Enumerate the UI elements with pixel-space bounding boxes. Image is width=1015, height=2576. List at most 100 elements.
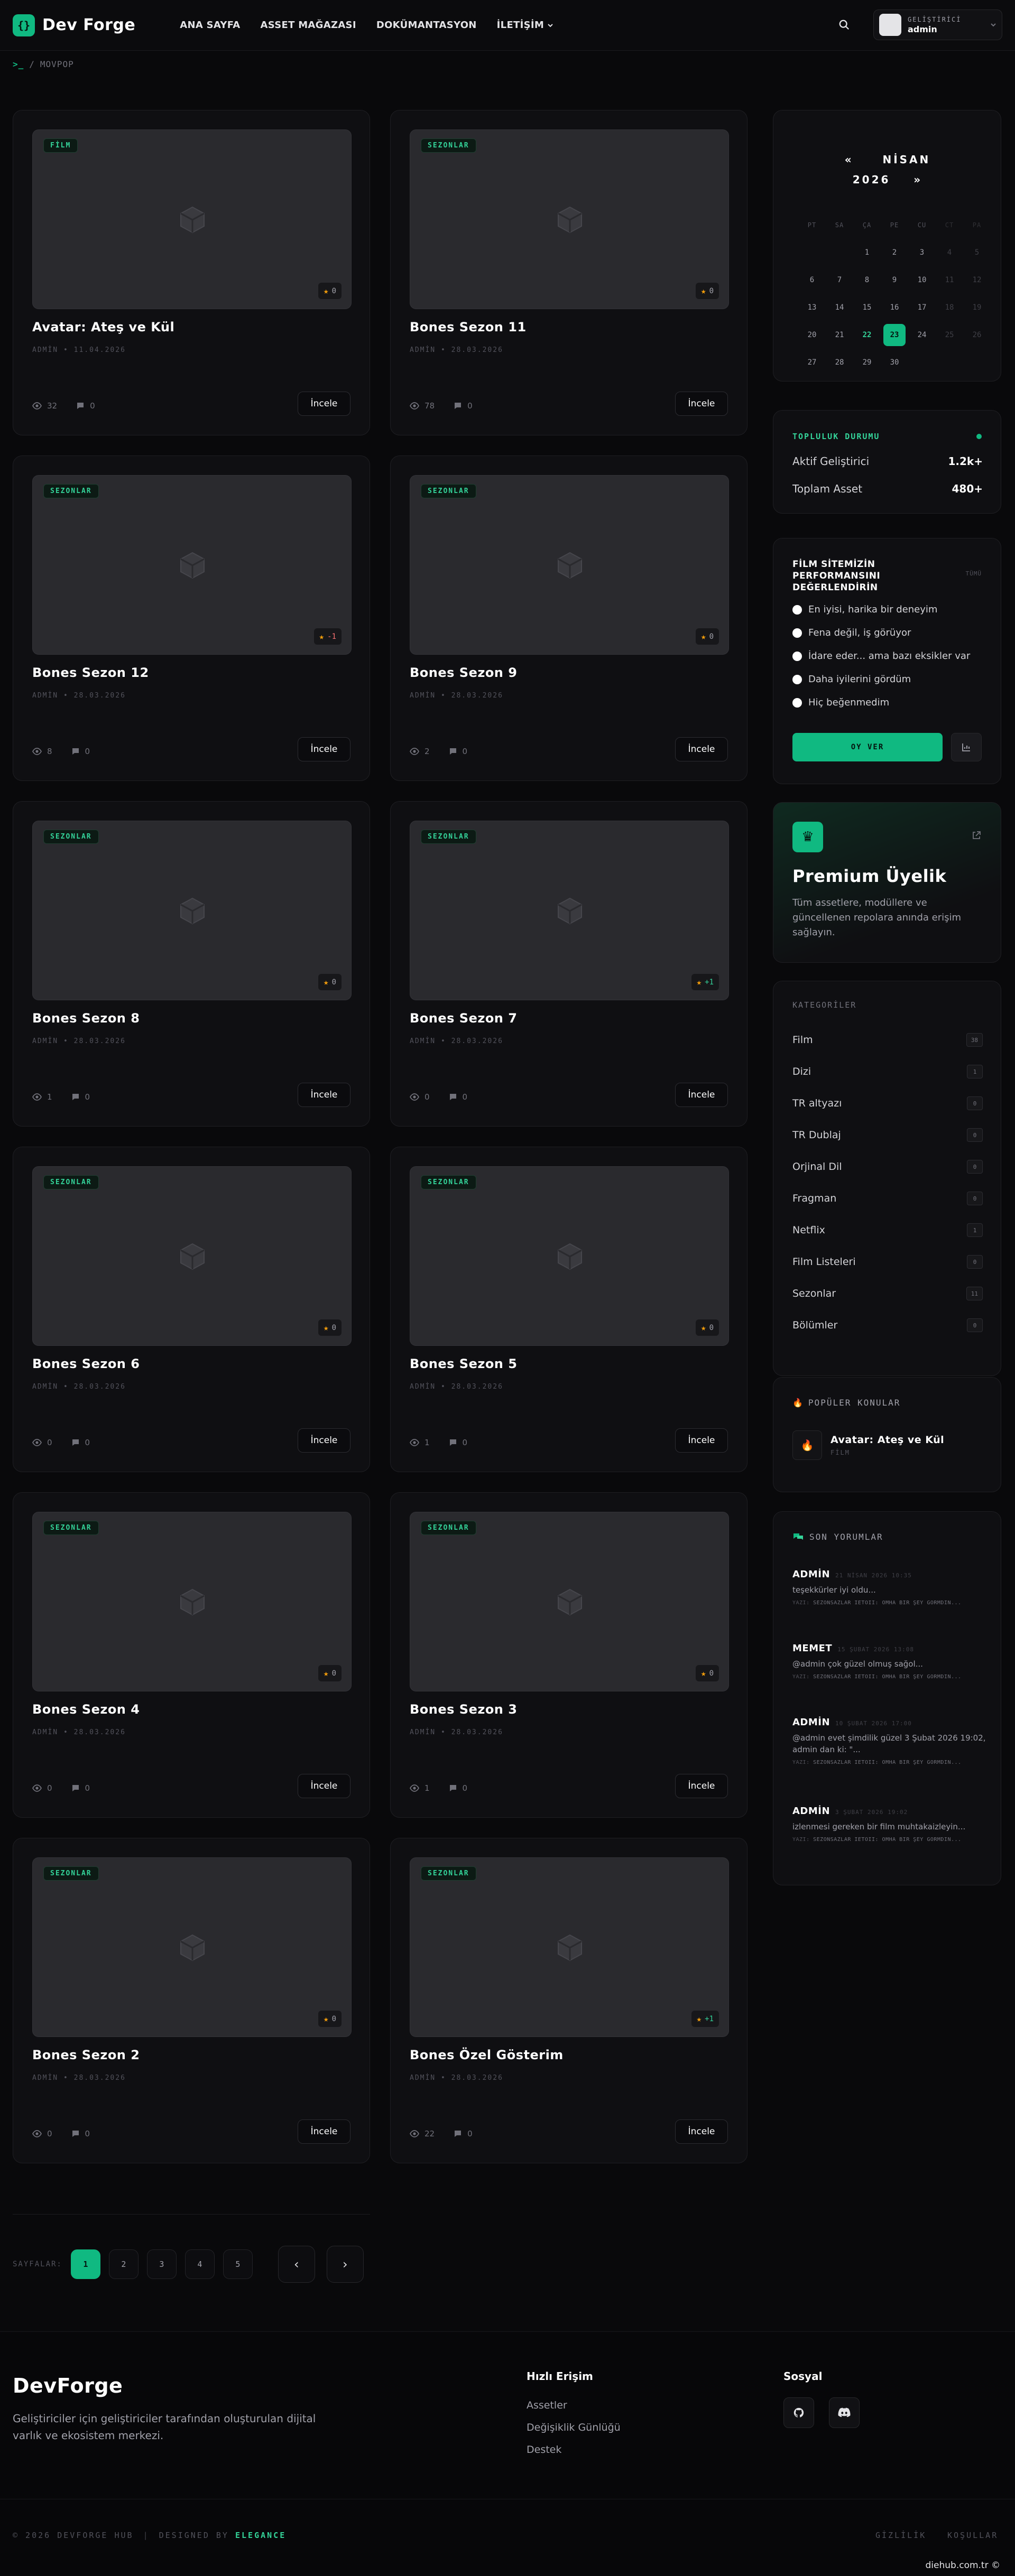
post-card[interactable]: FİLM ★ 0 Avatar: Ateş ve Kül ADMİN • 11.… <box>13 110 370 435</box>
calendar-day[interactable]: 1 <box>856 241 878 264</box>
comment-author[interactable]: MEMET <box>792 1643 832 1654</box>
radio-button[interactable] <box>792 651 802 661</box>
comment-item[interactable]: MEMET 15 ŞUBAT 2026 13:08 @admin çok güzel… <box>792 1643 988 1680</box>
breadcrumb-current[interactable]: MOVPOP <box>40 59 74 69</box>
external-link-icon[interactable] <box>971 830 982 841</box>
radio-button[interactable] <box>792 628 802 638</box>
post-thumbnail[interactable]: SEZONLAR ★ 0 <box>32 821 352 1000</box>
category-item[interactable]: Netflix 1 <box>792 1223 983 1237</box>
page-5-button[interactable]: 5 <box>223 2249 253 2279</box>
page-2-button[interactable]: 2 <box>108 2249 139 2279</box>
post-card[interactable]: SEZONLAR ★ 0 Bones Sezon 3 ADMİN • 28.03… <box>390 1492 748 1818</box>
privacy-link[interactable]: GİZLİLİK <box>875 2531 926 2540</box>
poll-option[interactable]: Hiç beğenmedim <box>792 697 889 708</box>
radio-button[interactable] <box>792 605 802 615</box>
post-card[interactable]: SEZONLAR ★ 0 Bones Sezon 5 ADMİN • 28.03… <box>390 1147 748 1472</box>
post-title[interactable]: Bones Sezon 9 <box>410 665 517 680</box>
comment-author[interactable]: ADMİN <box>792 1717 830 1728</box>
page-1-button[interactable]: 1 <box>70 2249 100 2279</box>
category-item[interactable]: Fragman 0 <box>792 1192 983 1205</box>
post-category-badge[interactable]: SEZONLAR <box>43 1175 99 1189</box>
calendar-day[interactable]: 22 <box>856 324 878 346</box>
nav-asset-store[interactable]: ASSET MAĞAZASI <box>261 20 356 31</box>
post-card[interactable]: SEZONLAR ★ +1 Bones Sezon 7 ADMİN • 28.0… <box>390 801 748 1127</box>
calendar-next-button[interactable]: » <box>914 173 922 186</box>
comment-author[interactable]: ADMİN <box>792 1806 830 1817</box>
inspect-button[interactable]: İncele <box>675 1083 728 1107</box>
terms-link[interactable]: KOŞULLAR <box>947 2531 998 2540</box>
post-title[interactable]: Bones Sezon 7 <box>410 1011 517 1026</box>
post-card[interactable]: SEZONLAR ★ 0 Bones Sezon 11 ADMİN • 28.0… <box>390 110 748 435</box>
inspect-button[interactable]: İncele <box>298 737 350 761</box>
post-card[interactable]: SEZONLAR ★ 0 Bones Sezon 2 ADMİN • 28.03… <box>13 1838 370 2163</box>
poll-option[interactable]: En iyisi, harika bir deneyim <box>792 604 937 615</box>
poll-option[interactable]: İdare eder... ama bazı eksikler var <box>792 650 970 662</box>
discord-icon[interactable] <box>829 2397 860 2428</box>
inspect-button[interactable]: İncele <box>675 2119 728 2144</box>
post-card[interactable]: SEZONLAR ★ 0 Bones Sezon 4 ADMİN • 28.03… <box>13 1492 370 1818</box>
post-thumbnail[interactable]: SEZONLAR ★ 0 <box>410 475 729 655</box>
calendar-day[interactable]: 29 <box>856 351 878 374</box>
post-thumbnail[interactable]: SEZONLAR ★ 0 <box>32 1166 352 1346</box>
footer-link-assets[interactable]: Assetler <box>527 2400 567 2411</box>
calendar-day[interactable]: 5 <box>966 241 988 264</box>
calendar-day[interactable]: 14 <box>828 296 851 319</box>
post-title[interactable]: Bones Sezon 8 <box>32 1011 140 1026</box>
inspect-button[interactable]: İncele <box>298 392 350 416</box>
post-title[interactable]: Bones Sezon 6 <box>32 1356 140 1371</box>
calendar-day[interactable]: 8 <box>856 269 878 291</box>
post-title[interactable]: Bones Özel Gösterim <box>410 2048 564 2062</box>
calendar-day[interactable]: 15 <box>856 296 878 319</box>
inspect-button[interactable]: İncele <box>298 1083 350 1107</box>
post-title[interactable]: Bones Sezon 3 <box>410 1702 517 1717</box>
calendar-day[interactable]: 2 <box>883 241 906 264</box>
post-category-badge[interactable]: SEZONLAR <box>421 1175 476 1189</box>
nav-contact[interactable]: İLETİŞİM <box>497 20 553 31</box>
calendar-day[interactable]: 28 <box>828 351 851 374</box>
post-title[interactable]: Bones Sezon 2 <box>32 2048 140 2062</box>
brand-name[interactable]: Dev Forge <box>42 16 135 34</box>
calendar-day[interactable]: 30 <box>883 351 906 374</box>
calendar-day[interactable]: 13 <box>801 296 823 319</box>
inspect-button[interactable]: İncele <box>298 2119 350 2144</box>
post-category-badge[interactable]: SEZONLAR <box>43 1866 99 1881</box>
category-item[interactable]: Dizi 1 <box>792 1065 983 1078</box>
footer-link-changelog[interactable]: Değişiklik Günlüğü <box>527 2422 621 2433</box>
calendar-prev-button[interactable]: « <box>845 153 854 166</box>
inspect-button[interactable]: İncele <box>675 1774 728 1798</box>
calendar-day[interactable]: 11 <box>938 269 961 291</box>
post-category-badge[interactable]: SEZONLAR <box>421 138 476 153</box>
comment-ref-link[interactable]: SEZONSAZLAR İETOİI: OMHA BİR ŞEY GÖRMDİN… <box>813 1760 961 1765</box>
comment-item[interactable]: ADMİN 10 ŞUBAT 2026 17:00 @admin evet şimd… <box>792 1717 988 1765</box>
calendar-day[interactable]: 19 <box>966 296 988 319</box>
post-category-badge[interactable]: FİLM <box>43 138 78 153</box>
calendar-day[interactable]: 18 <box>938 296 961 319</box>
calendar-day[interactable]: 7 <box>828 269 851 291</box>
inspect-button[interactable]: İncele <box>675 737 728 761</box>
vote-button[interactable]: OY VER <box>792 733 943 761</box>
post-thumbnail[interactable]: FİLM ★ 0 <box>32 129 352 309</box>
poll-option[interactable]: Fena değil, iş görüyor <box>792 627 911 638</box>
calendar-day[interactable]: 16 <box>883 296 906 319</box>
post-thumbnail[interactable]: SEZONLAR ★ 0 <box>410 1166 729 1346</box>
nav-docs[interactable]: DOKÜMANTASYON <box>376 20 477 31</box>
category-item[interactable]: TR altyazı 0 <box>792 1096 983 1110</box>
post-card[interactable]: SEZONLAR ★ +1 Bones Özel Gösterim ADMİN … <box>390 1838 748 2163</box>
post-category-badge[interactable]: SEZONLAR <box>421 484 476 498</box>
category-item[interactable]: Bölümler 0 <box>792 1318 983 1332</box>
calendar-day[interactable]: 26 <box>966 324 988 346</box>
calendar-day[interactable]: 21 <box>828 324 851 346</box>
calendar-day[interactable]: 23 <box>883 324 906 346</box>
calendar-day[interactable]: 25 <box>938 324 961 346</box>
radio-button[interactable] <box>792 698 802 708</box>
post-thumbnail[interactable]: SEZONLAR ★ 0 <box>32 1857 352 2037</box>
post-category-badge[interactable]: SEZONLAR <box>421 1521 476 1535</box>
comment-ref-link[interactable]: SEZONSAZLAR İETOİI: OMHA BİR ŞEY GÖRMDİN… <box>813 1600 961 1606</box>
post-card[interactable]: SEZONLAR ★ 0 Bones Sezon 9 ADMİN • 28.03… <box>390 455 748 781</box>
calendar-day[interactable]: 6 <box>801 269 823 291</box>
footer-link-support[interactable]: Destek <box>527 2444 561 2456</box>
calendar-day[interactable]: 24 <box>911 324 933 346</box>
post-title[interactable]: Avatar: Ateş ve Kül <box>32 320 174 334</box>
calendar-day[interactable]: 3 <box>911 241 933 264</box>
poll-option[interactable]: Daha iyilerini gördüm <box>792 674 911 685</box>
